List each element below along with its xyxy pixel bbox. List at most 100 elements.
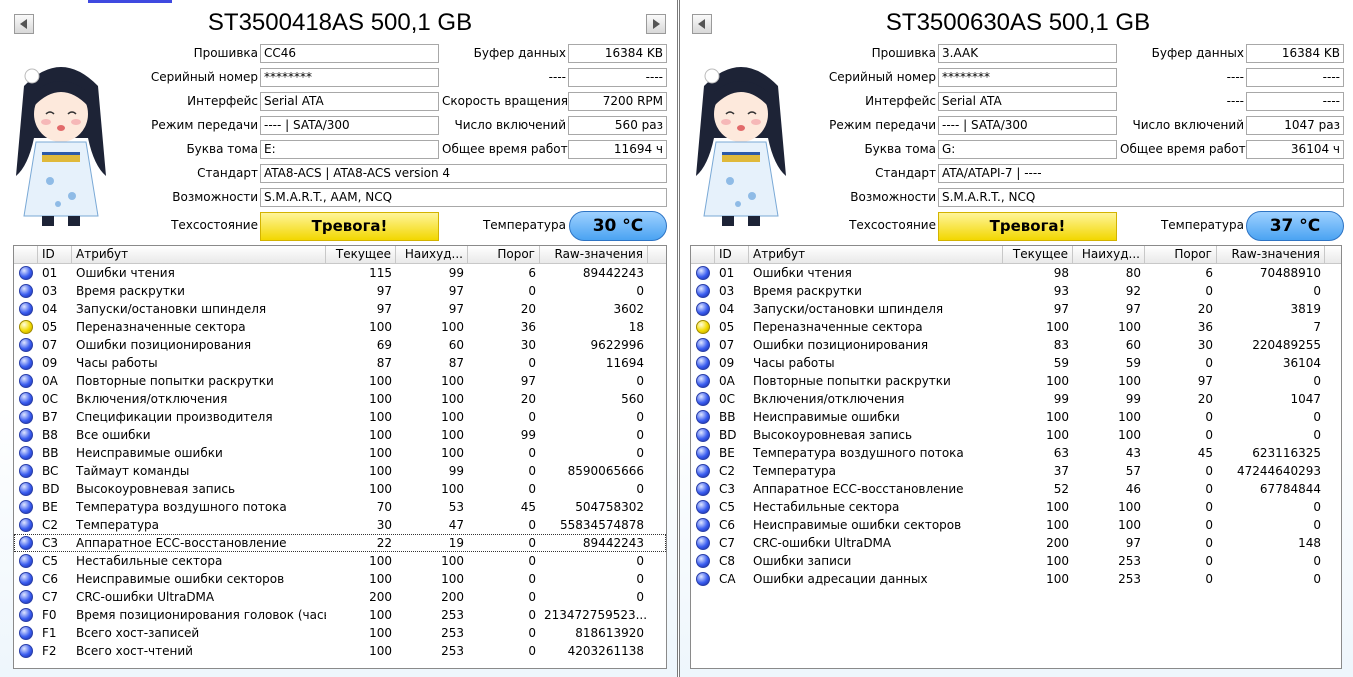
table-row[interactable]: 01 Ошибки чтения 115 99 6 89442243 <box>14 264 666 282</box>
column-id[interactable]: ID <box>715 246 749 263</box>
table-row[interactable]: 01 Ошибки чтения 98 80 6 70488910 <box>691 264 1341 282</box>
table-row[interactable]: C3 Аппаратное ECC-восстановление 52 46 0 6778… <box>691 480 1341 498</box>
column-worst[interactable]: Наихуд... <box>396 246 468 263</box>
cell-id: 05 <box>719 320 735 334</box>
column-id[interactable]: ID <box>38 246 72 263</box>
status-good-icon <box>696 338 710 352</box>
table-row[interactable]: 09 Часы работы 59 59 0 36104 <box>691 354 1341 372</box>
cell-attribute: Неисправимые ошибки секторов <box>753 518 962 532</box>
table-row[interactable]: C3 Аппаратное ECC-восстановление 22 19 0 8944… <box>14 534 666 552</box>
unknown-field: ---- <box>568 68 667 87</box>
column-raw[interactable]: Raw-значения <box>540 246 648 263</box>
table-row[interactable]: 03 Время раскрутки 97 97 0 0 <box>14 282 666 300</box>
table-row[interactable]: BE Температура воздушного потока 70 53 45 504… <box>14 498 666 516</box>
column-threshold[interactable]: Порог <box>1145 246 1217 263</box>
column-current[interactable]: Текущее <box>326 246 396 263</box>
table-row[interactable]: C2 Температура 37 57 0 47244640293 <box>691 462 1341 480</box>
table-row[interactable]: BD Высокоуровневая запись 100 100 0 0 <box>14 480 666 498</box>
table-row[interactable]: BB Неисправимые ошибки 100 100 0 0 <box>14 444 666 462</box>
column-status[interactable] <box>14 246 38 263</box>
cell-threshold: 97 <box>1197 374 1213 388</box>
temperature-button[interactable]: 37 °C <box>1246 211 1344 241</box>
table-row[interactable]: C8 Ошибки записи 100 253 0 0 <box>691 552 1341 570</box>
status-dot <box>691 318 715 336</box>
cell-current: 69 <box>376 338 392 352</box>
cell-threshold: 0 <box>528 572 536 586</box>
column-raw[interactable]: Raw-значения <box>1217 246 1325 263</box>
cell-current: 100 <box>369 608 392 622</box>
cell-raw: 0 <box>1313 428 1321 442</box>
cell-current: 100 <box>369 446 392 460</box>
cell-current: 87 <box>376 356 392 370</box>
cell-attribute: Ошибки записи <box>753 554 852 568</box>
smart-table-right[interactable]: ID Атрибут Текущее Наихуд... Порог Raw-з… <box>690 245 1342 669</box>
cell-worst: 99 <box>1125 392 1141 406</box>
table-row[interactable]: 07 Ошибки позиционирования 69 60 30 9622996 <box>14 336 666 354</box>
column-worst[interactable]: Наихуд... <box>1073 246 1145 263</box>
status-dot <box>691 336 715 354</box>
previous-drive-button[interactable] <box>692 14 712 34</box>
cell-id: BE <box>42 500 58 514</box>
cell-raw: 148 <box>1298 536 1321 550</box>
table-row[interactable]: CA Ошибки адресации данных 100 253 0 0 <box>691 570 1341 588</box>
table-row[interactable]: 0C Включения/отключения 100 100 20 560 <box>14 390 666 408</box>
next-drive-button[interactable] <box>646 14 666 34</box>
table-row[interactable]: C6 Неисправимые ошибки секторов 100 100 0 0 <box>14 570 666 588</box>
cell-attribute: Неисправимые ошибки секторов <box>76 572 285 586</box>
table-row[interactable]: 0C Включения/отключения 99 99 20 1047 <box>691 390 1341 408</box>
table-row[interactable]: BB Неисправимые ошибки 100 100 0 0 <box>691 408 1341 426</box>
table-row[interactable]: F1 Всего хост-записей 100 253 0 818613920 <box>14 624 666 642</box>
table-row[interactable]: F2 Всего хост-чтений 100 253 0 4203261138 <box>14 642 666 660</box>
cell-attribute: Всего хост-записей <box>76 626 200 640</box>
status-dot <box>14 354 38 372</box>
column-threshold[interactable]: Порог <box>468 246 540 263</box>
table-row[interactable]: F0 Время позиционирования головок (часы) 1… <box>14 606 666 624</box>
health-status-button[interactable]: Тревога! <box>938 212 1117 241</box>
table-row[interactable]: C7 CRC-ошибки UltraDMA 200 97 0 148 <box>691 534 1341 552</box>
smart-table-left[interactable]: ID Атрибут Текущее Наихуд... Порог Raw-з… <box>13 245 667 669</box>
temperature-button[interactable]: 30 °C <box>569 211 667 241</box>
table-row[interactable]: 05 Переназначенные сектора 100 100 36 18 <box>14 318 666 336</box>
table-row[interactable]: 0A Повторные попытки раскрутки 100 100 97 0 <box>691 372 1341 390</box>
table-row[interactable]: C5 Нестабильные сектора 100 100 0 0 <box>691 498 1341 516</box>
status-dot <box>14 462 38 480</box>
cell-id: F0 <box>42 608 57 622</box>
status-good-icon <box>19 410 33 424</box>
column-attribute[interactable]: Атрибут <box>72 246 326 263</box>
table-row[interactable]: B8 Все ошибки 100 100 99 0 <box>14 426 666 444</box>
cell-threshold: 0 <box>528 554 536 568</box>
table-row[interactable]: C2 Температура 30 47 0 55834574878 <box>14 516 666 534</box>
health-status-button[interactable]: Тревога! <box>260 212 439 241</box>
cell-worst: 200 <box>441 590 464 604</box>
status-good-icon <box>19 626 33 640</box>
table-row[interactable]: BC Таймаут команды 100 99 0 8590065666 <box>14 462 666 480</box>
column-status[interactable] <box>691 246 715 263</box>
firmware-field: 3.AAK <box>938 44 1117 63</box>
table-row[interactable]: 09 Часы работы 87 87 0 11694 <box>14 354 666 372</box>
status-good-icon <box>19 446 33 460</box>
table-row[interactable]: 03 Время раскрутки 93 92 0 0 <box>691 282 1341 300</box>
cell-worst: 47 <box>448 518 464 532</box>
previous-drive-button[interactable] <box>14 14 34 34</box>
table-row[interactable]: 0A Повторные попытки раскрутки 100 100 97 0 <box>14 372 666 390</box>
cell-attribute: Таймаут команды <box>76 464 190 478</box>
serial-field: ******** <box>260 68 439 87</box>
status-dot <box>14 390 38 408</box>
table-row[interactable]: 07 Ошибки позиционирования 83 60 30 220489255 <box>691 336 1341 354</box>
cell-worst: 87 <box>448 356 464 370</box>
column-attribute[interactable]: Атрибут <box>749 246 1003 263</box>
cell-current: 99 <box>1053 392 1069 406</box>
cell-raw: 67784844 <box>1259 482 1321 496</box>
table-row[interactable]: 05 Переназначенные сектора 100 100 36 7 <box>691 318 1341 336</box>
table-row[interactable]: BD Высокоуровневая запись 100 100 0 0 <box>691 426 1341 444</box>
table-row[interactable]: B7 Спецификации производителя 100 100 0 0 <box>14 408 666 426</box>
status-dot <box>691 354 715 372</box>
column-current[interactable]: Текущее <box>1003 246 1073 263</box>
table-row[interactable]: 04 Запуски/остановки шпинделя 97 97 20 3602 <box>14 300 666 318</box>
table-row[interactable]: C5 Нестабильные сектора 100 100 0 0 <box>14 552 666 570</box>
table-row[interactable]: BE Температура воздушного потока 63 43 45 623… <box>691 444 1341 462</box>
cell-attribute: Температура воздушного потока <box>76 500 287 514</box>
table-row[interactable]: C7 CRC-ошибки UltraDMA 200 200 0 0 <box>14 588 666 606</box>
table-row[interactable]: C6 Неисправимые ошибки секторов 100 100 0 0 <box>691 516 1341 534</box>
table-row[interactable]: 04 Запуски/остановки шпинделя 97 97 20 3819 <box>691 300 1341 318</box>
